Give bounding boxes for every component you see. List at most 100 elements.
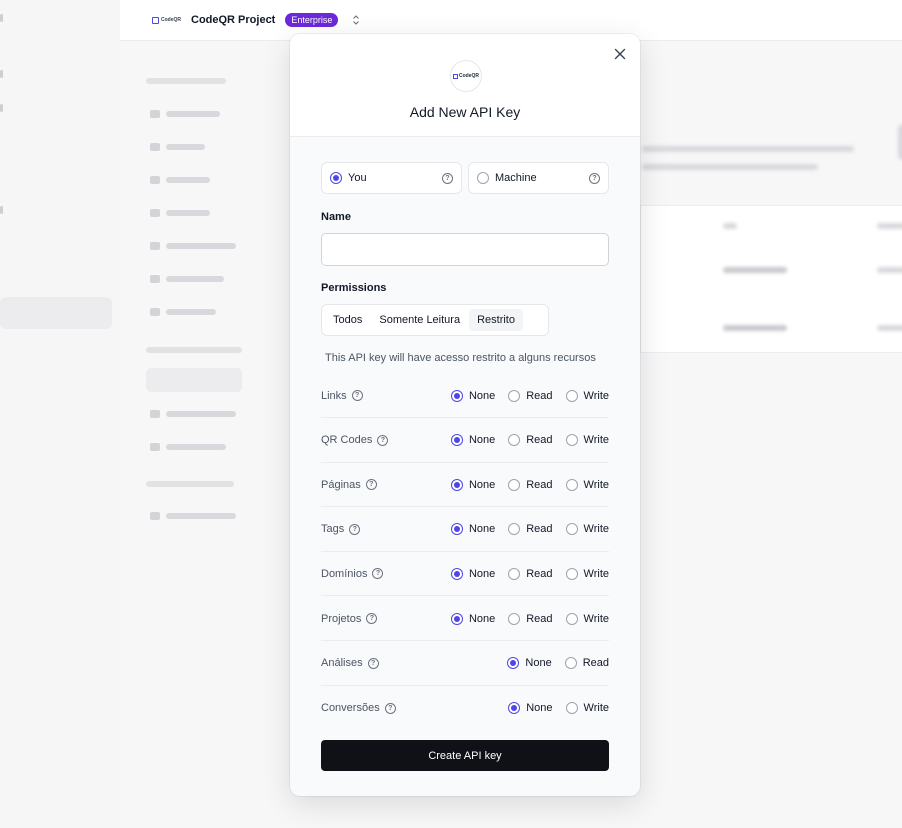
permission-option-write[interactable]: Write — [565, 702, 609, 715]
option-label: Write — [583, 702, 609, 715]
close-icon[interactable] — [612, 46, 628, 62]
radio-unselected[interactable] — [565, 702, 578, 715]
permission-option-write[interactable]: Write — [565, 612, 609, 625]
name-input[interactable] — [321, 233, 609, 266]
create-api-key-button[interactable]: Create API key — [321, 740, 609, 771]
permission-option-read[interactable]: Read — [508, 434, 553, 447]
permission-option-none[interactable]: None — [450, 434, 495, 447]
project-name[interactable]: CodeQR Project — [191, 14, 275, 26]
radio-unselected[interactable] — [565, 389, 578, 402]
radio-unselected[interactable] — [508, 389, 521, 402]
radio-unselected[interactable] — [508, 612, 521, 625]
radio-unselected[interactable] — [477, 172, 489, 184]
radio-unselected[interactable] — [565, 612, 578, 625]
permission-option-read[interactable]: Read — [564, 657, 609, 670]
chevron-up-down-icon[interactable] — [352, 14, 360, 26]
key-type-machine[interactable]: Machine ? — [468, 162, 609, 194]
help-icon[interactable]: ? — [589, 172, 600, 184]
radio-selected[interactable] — [450, 523, 463, 536]
permission-option-write[interactable]: Write — [565, 389, 609, 402]
permission-row: Projetos? None Read Write — [321, 597, 609, 641]
nav-item[interactable] — [150, 510, 236, 522]
key-type-you[interactable]: You ? — [321, 162, 462, 194]
help-icon[interactable]: ? — [366, 613, 378, 624]
permission-row: Tags? None Read Write — [321, 508, 609, 552]
radio-selected[interactable] — [507, 657, 520, 670]
option-label: Read — [526, 389, 553, 402]
nav-item[interactable] — [150, 273, 224, 285]
radio-unselected[interactable] — [508, 523, 521, 536]
help-icon[interactable]: ? — [372, 568, 384, 580]
nav-item[interactable] — [150, 174, 210, 186]
permission-options: None Read — [494, 657, 609, 670]
radio-selected[interactable] — [450, 478, 463, 491]
radio-unselected[interactable] — [565, 478, 578, 491]
permission-option-write[interactable]: Write — [565, 434, 609, 447]
radio-selected[interactable] — [450, 389, 463, 402]
radio-unselected[interactable] — [565, 434, 578, 447]
help-icon[interactable]: ? — [367, 657, 379, 669]
permission-option-none[interactable]: None — [508, 702, 553, 715]
permission-name: Domínios? — [321, 568, 384, 580]
nav-item[interactable] — [150, 108, 220, 120]
permission-option-write[interactable]: Write — [565, 478, 609, 491]
radio-unselected[interactable] — [508, 434, 521, 447]
permission-option-none[interactable]: None — [507, 657, 552, 670]
permission-option-none[interactable]: None — [450, 612, 495, 625]
permission-option-read[interactable]: Read — [508, 389, 553, 402]
radio-selected[interactable] — [450, 434, 463, 447]
radio-unselected[interactable] — [508, 478, 521, 491]
sidebar-marker — [0, 206, 3, 214]
permission-option-none[interactable]: None — [450, 389, 495, 402]
content-button[interactable] — [898, 124, 902, 160]
radio-selected[interactable] — [508, 702, 521, 715]
radio-unselected[interactable] — [565, 523, 578, 536]
permission-option-write[interactable]: Write — [565, 567, 609, 580]
option-label: Read — [526, 478, 553, 491]
permission-option-none[interactable]: None — [450, 478, 495, 491]
permission-options: None Read Write — [438, 434, 609, 447]
option-label: None — [468, 567, 496, 580]
help-icon[interactable]: ? — [349, 523, 361, 535]
permission-row: Links? None Read Write — [321, 374, 609, 418]
permission-option-read[interactable]: Read — [508, 567, 553, 580]
permission-name: Projetos? — [321, 612, 378, 625]
nav-item[interactable] — [150, 408, 236, 420]
radio-unselected[interactable] — [565, 567, 578, 580]
nav-item[interactable] — [150, 306, 216, 318]
key-type-label: Machine — [495, 172, 537, 184]
nav-item[interactable] — [150, 141, 205, 153]
nav-section-header — [146, 347, 242, 353]
nav-item[interactable] — [150, 207, 210, 219]
app-logo[interactable]: CodeQR — [152, 16, 181, 24]
nav-item[interactable] — [150, 441, 226, 453]
radio-selected[interactable] — [450, 612, 463, 625]
option-label: None — [525, 657, 552, 670]
permission-option-none[interactable]: None — [450, 567, 496, 580]
help-icon[interactable]: ? — [384, 702, 396, 714]
sidebar-active-item[interactable] — [0, 297, 112, 329]
permission-option-read[interactable]: Read — [508, 478, 553, 491]
permission-option-read[interactable]: Read — [508, 612, 553, 625]
help-icon[interactable]: ? — [377, 434, 389, 446]
permission-option-none[interactable]: None — [450, 523, 495, 536]
radio-unselected[interactable] — [564, 657, 577, 670]
tab-restrito[interactable]: Restrito — [469, 309, 523, 331]
help-icon[interactable]: ? — [365, 479, 377, 491]
nav-section-header — [146, 78, 226, 84]
radio-unselected[interactable] — [508, 567, 521, 580]
tab-somente-leitura[interactable]: Somente Leitura — [371, 309, 468, 331]
permission-option-read[interactable]: Read — [508, 523, 553, 536]
resource-label: Projetos — [321, 612, 362, 625]
help-icon[interactable]: ? — [351, 390, 363, 401]
radio-selected[interactable] — [330, 172, 342, 184]
tab-todos[interactable]: Todos — [325, 309, 370, 331]
radio-selected[interactable] — [450, 567, 463, 580]
resource-label: QR Codes — [321, 434, 373, 447]
nav-item-active[interactable] — [146, 368, 242, 392]
permission-option-write[interactable]: Write — [565, 523, 609, 536]
permission-row: QR Codes? None Read Write — [321, 419, 609, 463]
help-icon[interactable]: ? — [442, 172, 453, 184]
permission-row: Domínios? None Read Write — [321, 552, 609, 597]
nav-item[interactable] — [150, 240, 236, 252]
